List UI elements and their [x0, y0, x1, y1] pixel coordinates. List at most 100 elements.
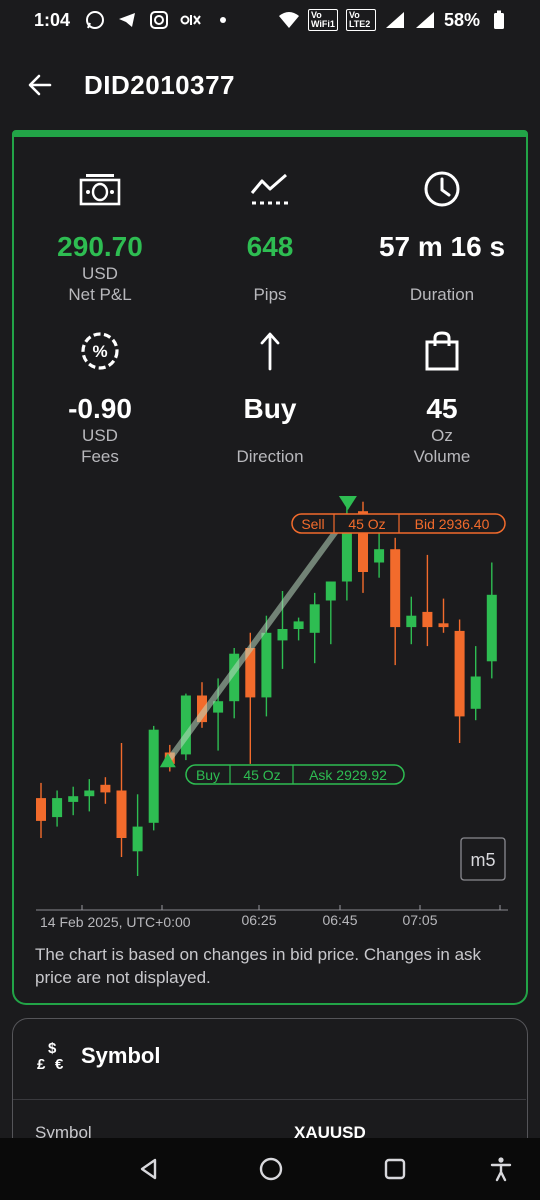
fees-unit: USD — [82, 426, 118, 445]
duration-label: Duration — [409, 285, 475, 304]
candle-bullish — [374, 549, 385, 563]
candle-bullish — [277, 629, 288, 641]
candle-bullish — [486, 594, 497, 662]
entry-volume: 45 Oz — [243, 767, 280, 783]
shopping-bag-icon — [356, 329, 528, 373]
currency-symbols-icon: $ £ € — [37, 1040, 64, 1073]
net-pl-value: 290.70 — [57, 231, 143, 262]
volume-value: 45 — [426, 393, 458, 424]
x-axis-ticks — [81, 905, 501, 910]
instagram-icon — [148, 9, 170, 31]
candle-bullish — [406, 615, 417, 628]
wifi-icon — [278, 9, 300, 31]
svg-text:$: $ — [48, 1040, 57, 1057]
candle-bearish — [36, 798, 46, 821]
exit-volume: 45 Oz — [348, 516, 385, 532]
nav-home-button[interactable] — [254, 1152, 288, 1186]
volte-badge: Vo LTE2 — [345, 9, 376, 31]
stat-fees: % -0.90 USD Fees — [14, 329, 186, 467]
volume-label: Volume — [413, 447, 471, 466]
net-pl-unit: USD — [82, 264, 118, 283]
nav-recents-button[interactable] — [378, 1152, 412, 1186]
app-bar: DID2010377 — [0, 50, 540, 120]
candle-bearish — [390, 549, 401, 628]
svg-text:£: £ — [37, 1056, 46, 1073]
signal-icon — [384, 9, 406, 31]
nav-accessibility-button[interactable] — [484, 1152, 518, 1186]
battery-icon — [488, 9, 510, 31]
stat-volume: 45 Oz Volume — [356, 329, 528, 467]
candle-bullish — [84, 790, 95, 797]
candle-bearish — [438, 623, 449, 628]
trend-line-icon — [184, 167, 356, 211]
stat-duration: 57 m 16 s Duration — [356, 167, 528, 305]
trade-connector-line — [165, 513, 351, 764]
candle-bullish — [132, 826, 143, 852]
arrow-left-icon — [28, 74, 52, 96]
accessibility-icon — [490, 1157, 512, 1182]
home-circle-icon — [259, 1157, 283, 1181]
nav-back-button[interactable] — [132, 1152, 166, 1186]
olx-icon — [180, 9, 202, 31]
svg-text:€: € — [55, 1056, 64, 1073]
candlestick-chart: Sell 45 Oz Bid 2936.40 Buy 45 Oz Ask 292… — [36, 496, 508, 930]
pips-value: 648 — [246, 231, 294, 262]
timeframe-label: m5 — [470, 850, 495, 870]
whatsapp-icon — [84, 9, 106, 31]
page-title: DID2010377 — [84, 69, 235, 100]
svg-text:%: % — [92, 342, 107, 361]
direction-label: Direction — [236, 447, 304, 466]
net-pl-label: Net P&L — [68, 285, 132, 304]
fees-value: -0.90 — [68, 393, 132, 424]
clock-icon — [356, 167, 528, 211]
x-label-0645: 06:45 — [322, 912, 357, 928]
x-label-date: 14 Feb 2025, UTC+0:00 — [40, 914, 191, 930]
back-triangle-icon — [140, 1158, 157, 1180]
candle-bullish — [293, 621, 304, 629]
system-nav-bar — [0, 1138, 540, 1200]
candle-bullish — [213, 701, 224, 713]
vowifi-badge: Vo WiFi1 — [307, 9, 338, 31]
pips-label: Pips — [253, 285, 287, 304]
arrow-up-icon — [184, 329, 356, 373]
candle-bullish — [470, 676, 481, 709]
candle-bearish — [454, 630, 465, 717]
candle-bullish — [309, 604, 320, 633]
dot-icon — [212, 9, 234, 31]
candle-bullish — [68, 796, 79, 802]
price-chart[interactable]: Sell 45 Oz Bid 2936.40 Buy 45 Oz Ask 292… — [22, 492, 522, 932]
exit-side: Sell — [301, 516, 324, 532]
trade-details-card: 290.70 USD Net P&L 648 Pips 57 m 16 s Du… — [12, 130, 528, 1005]
volume-unit: Oz — [431, 426, 453, 445]
battery-percentage: 58% — [443, 9, 480, 30]
back-button[interactable] — [10, 55, 70, 115]
stat-net-pl: 290.70 USD Net P&L — [14, 167, 186, 305]
divider — [13, 1099, 526, 1100]
x-label-0625: 06:25 — [241, 912, 276, 928]
exit-marker-icon — [338, 496, 357, 510]
direction-value: Buy — [243, 393, 297, 424]
symbol-header: $ £ € Symbol — [35, 1039, 160, 1073]
entry-price: Ask 2929.92 — [309, 767, 387, 783]
banknote-icon — [14, 167, 186, 211]
candle-bearish — [100, 784, 111, 793]
system-icons: Vo WiFi1 Vo LTE2 58% — [278, 9, 510, 31]
candle-bullish — [52, 798, 63, 818]
candle-bullish — [325, 581, 336, 601]
percent-badge-icon: % — [14, 329, 186, 373]
duration-value: 57 m 16 s — [378, 231, 506, 262]
recents-square-icon — [384, 1158, 406, 1180]
candle-bullish — [261, 632, 272, 698]
entry-label: Buy 45 Oz Ask 2929.92 — [185, 764, 405, 785]
x-label-0705: 07:05 — [402, 912, 437, 928]
entry-side: Buy — [196, 767, 220, 783]
signal-icon — [414, 9, 436, 31]
telegram-icon — [116, 9, 138, 31]
symbol-title: Symbol — [81, 1043, 161, 1068]
status-time: 1:04 — [34, 9, 71, 30]
notification-icons — [84, 9, 234, 31]
candle-bearish — [422, 611, 433, 628]
timeframe-button[interactable]: m5 — [460, 837, 506, 881]
status-bar: 1:04 Vo WiFi1 Vo LTE2 58% — [0, 0, 540, 40]
chart-disclaimer: The chart is based on changes in bid pri… — [35, 945, 482, 987]
